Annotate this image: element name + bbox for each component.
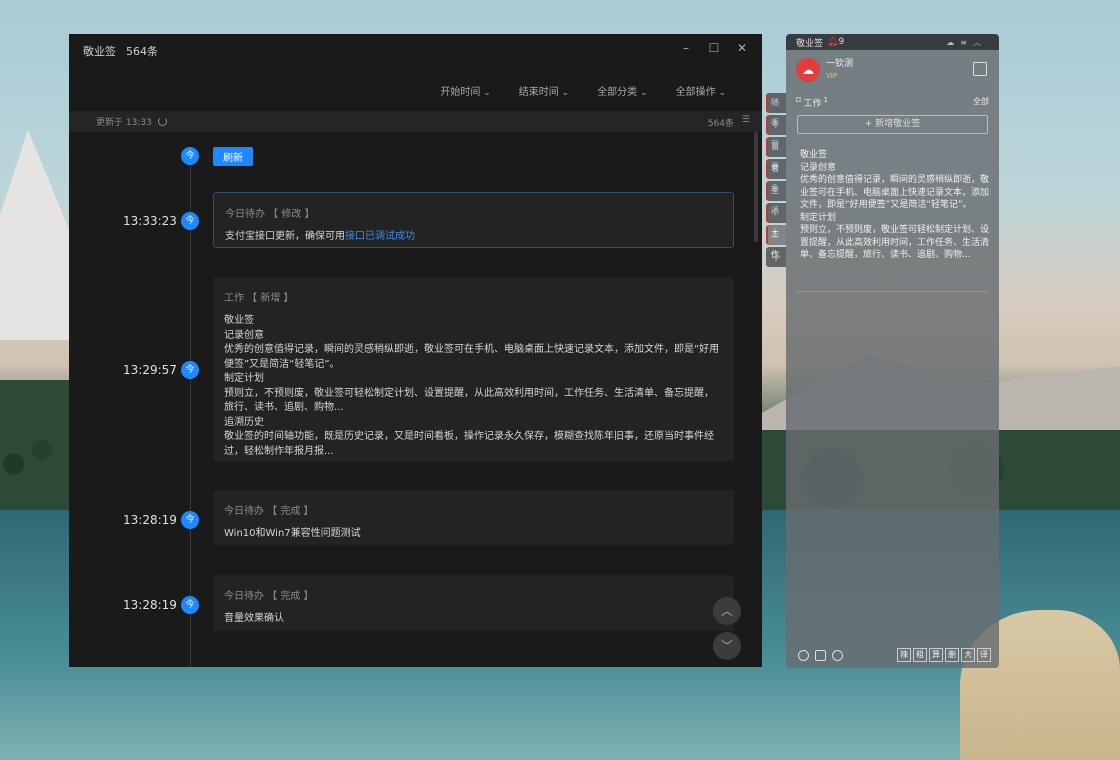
entry-header: 工作 【 新增 】 <box>224 293 294 304</box>
refresh-button[interactable]: 刷新 <box>213 147 253 166</box>
checkbox-icon[interactable] <box>815 649 826 661</box>
close-icon[interactable]: ✕ <box>736 42 748 54</box>
sticky-footer: 辣 粗 算 删 大 译 <box>798 648 991 662</box>
status-bar: 更新于 13:33 564条 ☰ <box>69 111 762 132</box>
filter-end-time[interactable]: 结束时间 <box>519 83 569 98</box>
timeline-entry[interactable]: 今日待办 【 完成 】 音量效果确认 <box>213 575 734 631</box>
today-dot: 今 <box>181 212 199 230</box>
category-tabs: 随手 今日 重要 着急 生活 个人 工作 + <box>766 93 786 269</box>
format-button[interactable]: 大 <box>961 648 975 662</box>
timeline-window: 敬业签 564条 – ☐ ✕ 开始时间 结束时间 全部分类 全部操作 更新于 1… <box>69 34 762 667</box>
entry-header: 今日待办 【 修改 】 <box>225 209 315 220</box>
bell-icon[interactable]: 🔔︎ <box>827 37 838 47</box>
filter-operation[interactable]: 全部操作 <box>676 83 726 98</box>
today-dot: 今 <box>181 511 199 529</box>
tab-suishou[interactable]: 随手 <box>766 93 786 127</box>
tab-urgent[interactable]: 着急 <box>766 159 786 193</box>
window-title: 敬业签 <box>83 45 116 58</box>
user-info[interactable]: ☁ 一钦测 VIP <box>796 58 853 82</box>
timeline-entry[interactable]: 今日待办 【 修改 】 支付宝接口更新，确保可用接口已调试成功 <box>213 192 734 248</box>
clock-icon[interactable] <box>798 649 809 661</box>
category-name: 工作 <box>803 99 822 109</box>
scroll-up-button[interactable]: ︿ <box>713 597 741 625</box>
filter-all-dropdown[interactable]: 全部 <box>973 96 989 109</box>
new-note-button[interactable]: + 新增敬业签 <box>797 115 988 134</box>
vip-badge: VIP <box>826 72 838 80</box>
today-dot: 今 <box>181 147 199 165</box>
divider <box>797 291 987 292</box>
note-count: 564条 <box>126 45 158 58</box>
entry-time: 13:33:23 <box>123 214 177 228</box>
format-button[interactable]: 粗 <box>913 648 927 662</box>
entry-body: Win10和Win7兼容性问题测试 <box>224 528 361 539</box>
background-mountain <box>0 130 80 340</box>
search-icon[interactable] <box>832 649 843 661</box>
sticky-titlebar: 敬业签 🔔︎ 9 ☁≡︿ <box>786 34 999 50</box>
total-count: 564条 <box>707 119 734 129</box>
entry-header: 今日待办 【 完成 】 <box>224 506 314 517</box>
add-tab-button[interactable]: + <box>766 247 786 267</box>
scrollbar[interactable] <box>754 132 758 242</box>
list-toggle-icon[interactable]: ☰ <box>742 115 750 125</box>
window-controls[interactable]: ☁≡︿ <box>946 37 987 48</box>
tab-personal[interactable]: 个人 <box>766 203 786 237</box>
window-titlebar: 敬业签 564条 <box>69 34 762 68</box>
format-button[interactable]: 删 <box>945 648 959 662</box>
format-button[interactable]: 算 <box>929 648 943 662</box>
avatar[interactable]: ☁ <box>796 58 820 82</box>
today-dot: 今 <box>181 361 199 379</box>
updated-time: 更新于 13:33 <box>96 118 152 128</box>
entry-time: 13:29:57 <box>123 363 177 377</box>
entry-body: 敬业签 记录创意 优秀的创意值得记录，瞬间的灵感稍纵即逝，敬业签可在手机、电脑桌… <box>224 315 720 457</box>
filter-category[interactable]: 全部分类 <box>597 83 647 98</box>
category-header: ⌑ 工作 1 全部 <box>796 96 989 109</box>
minimize-icon[interactable]: – <box>680 42 692 54</box>
filter-start-time[interactable]: 开始时间 <box>440 83 490 98</box>
scroll-down-button[interactable]: ﹀ <box>713 632 741 660</box>
sticky-app-name: 敬业签 <box>796 38 824 49</box>
today-dot: 今 <box>181 596 199 614</box>
entry-body: 支付宝接口更新，确保可用 <box>225 231 345 242</box>
timeline-entry[interactable]: 今日待办 【 完成 】 Win10和Win7兼容性问题测试 <box>213 490 734 545</box>
bell-count: 9 <box>838 37 845 47</box>
format-button[interactable]: 辣 <box>897 648 911 662</box>
bookmark-icon: ⌑ <box>796 96 804 106</box>
maximize-icon[interactable]: ☐ <box>708 42 720 54</box>
timeline-entry[interactable]: 工作 【 新增 】 敬业签 记录创意 优秀的创意值得记录，瞬间的灵感稍纵即逝，敬… <box>213 277 734 461</box>
tab-today[interactable]: 今日 <box>766 115 786 149</box>
tab-important[interactable]: 重要 <box>766 137 786 171</box>
entry-link[interactable]: 接口已调试成功 <box>345 231 415 242</box>
background-trees <box>0 380 70 520</box>
sticky-panel: 敬业签 🔔︎ 9 ☁≡︿ ☁ 一钦测 VIP ⌑ 工作 1 全部 + 新增敬业签… <box>786 34 999 668</box>
entry-time: 13:28:19 <box>123 513 177 527</box>
category-count: 1 <box>823 96 828 104</box>
format-button[interactable]: 译 <box>977 648 991 662</box>
entry-header: 今日待办 【 完成 】 <box>224 591 314 602</box>
username: 一钦测 <box>826 59 854 69</box>
tab-life[interactable]: 生活 <box>766 181 786 215</box>
tab-work[interactable]: 工作 <box>766 225 786 259</box>
entry-time: 13:28:19 <box>123 598 177 612</box>
note-content[interactable]: 敬业签 记录创意 优秀的创意值得记录，瞬间的灵感稍纵即逝，敬业签可在手机、电脑桌… <box>800 149 990 279</box>
calendar-icon[interactable] <box>973 62 987 76</box>
refresh-icon[interactable] <box>157 117 167 126</box>
entry-body: 音量效果确认 <box>224 613 284 624</box>
